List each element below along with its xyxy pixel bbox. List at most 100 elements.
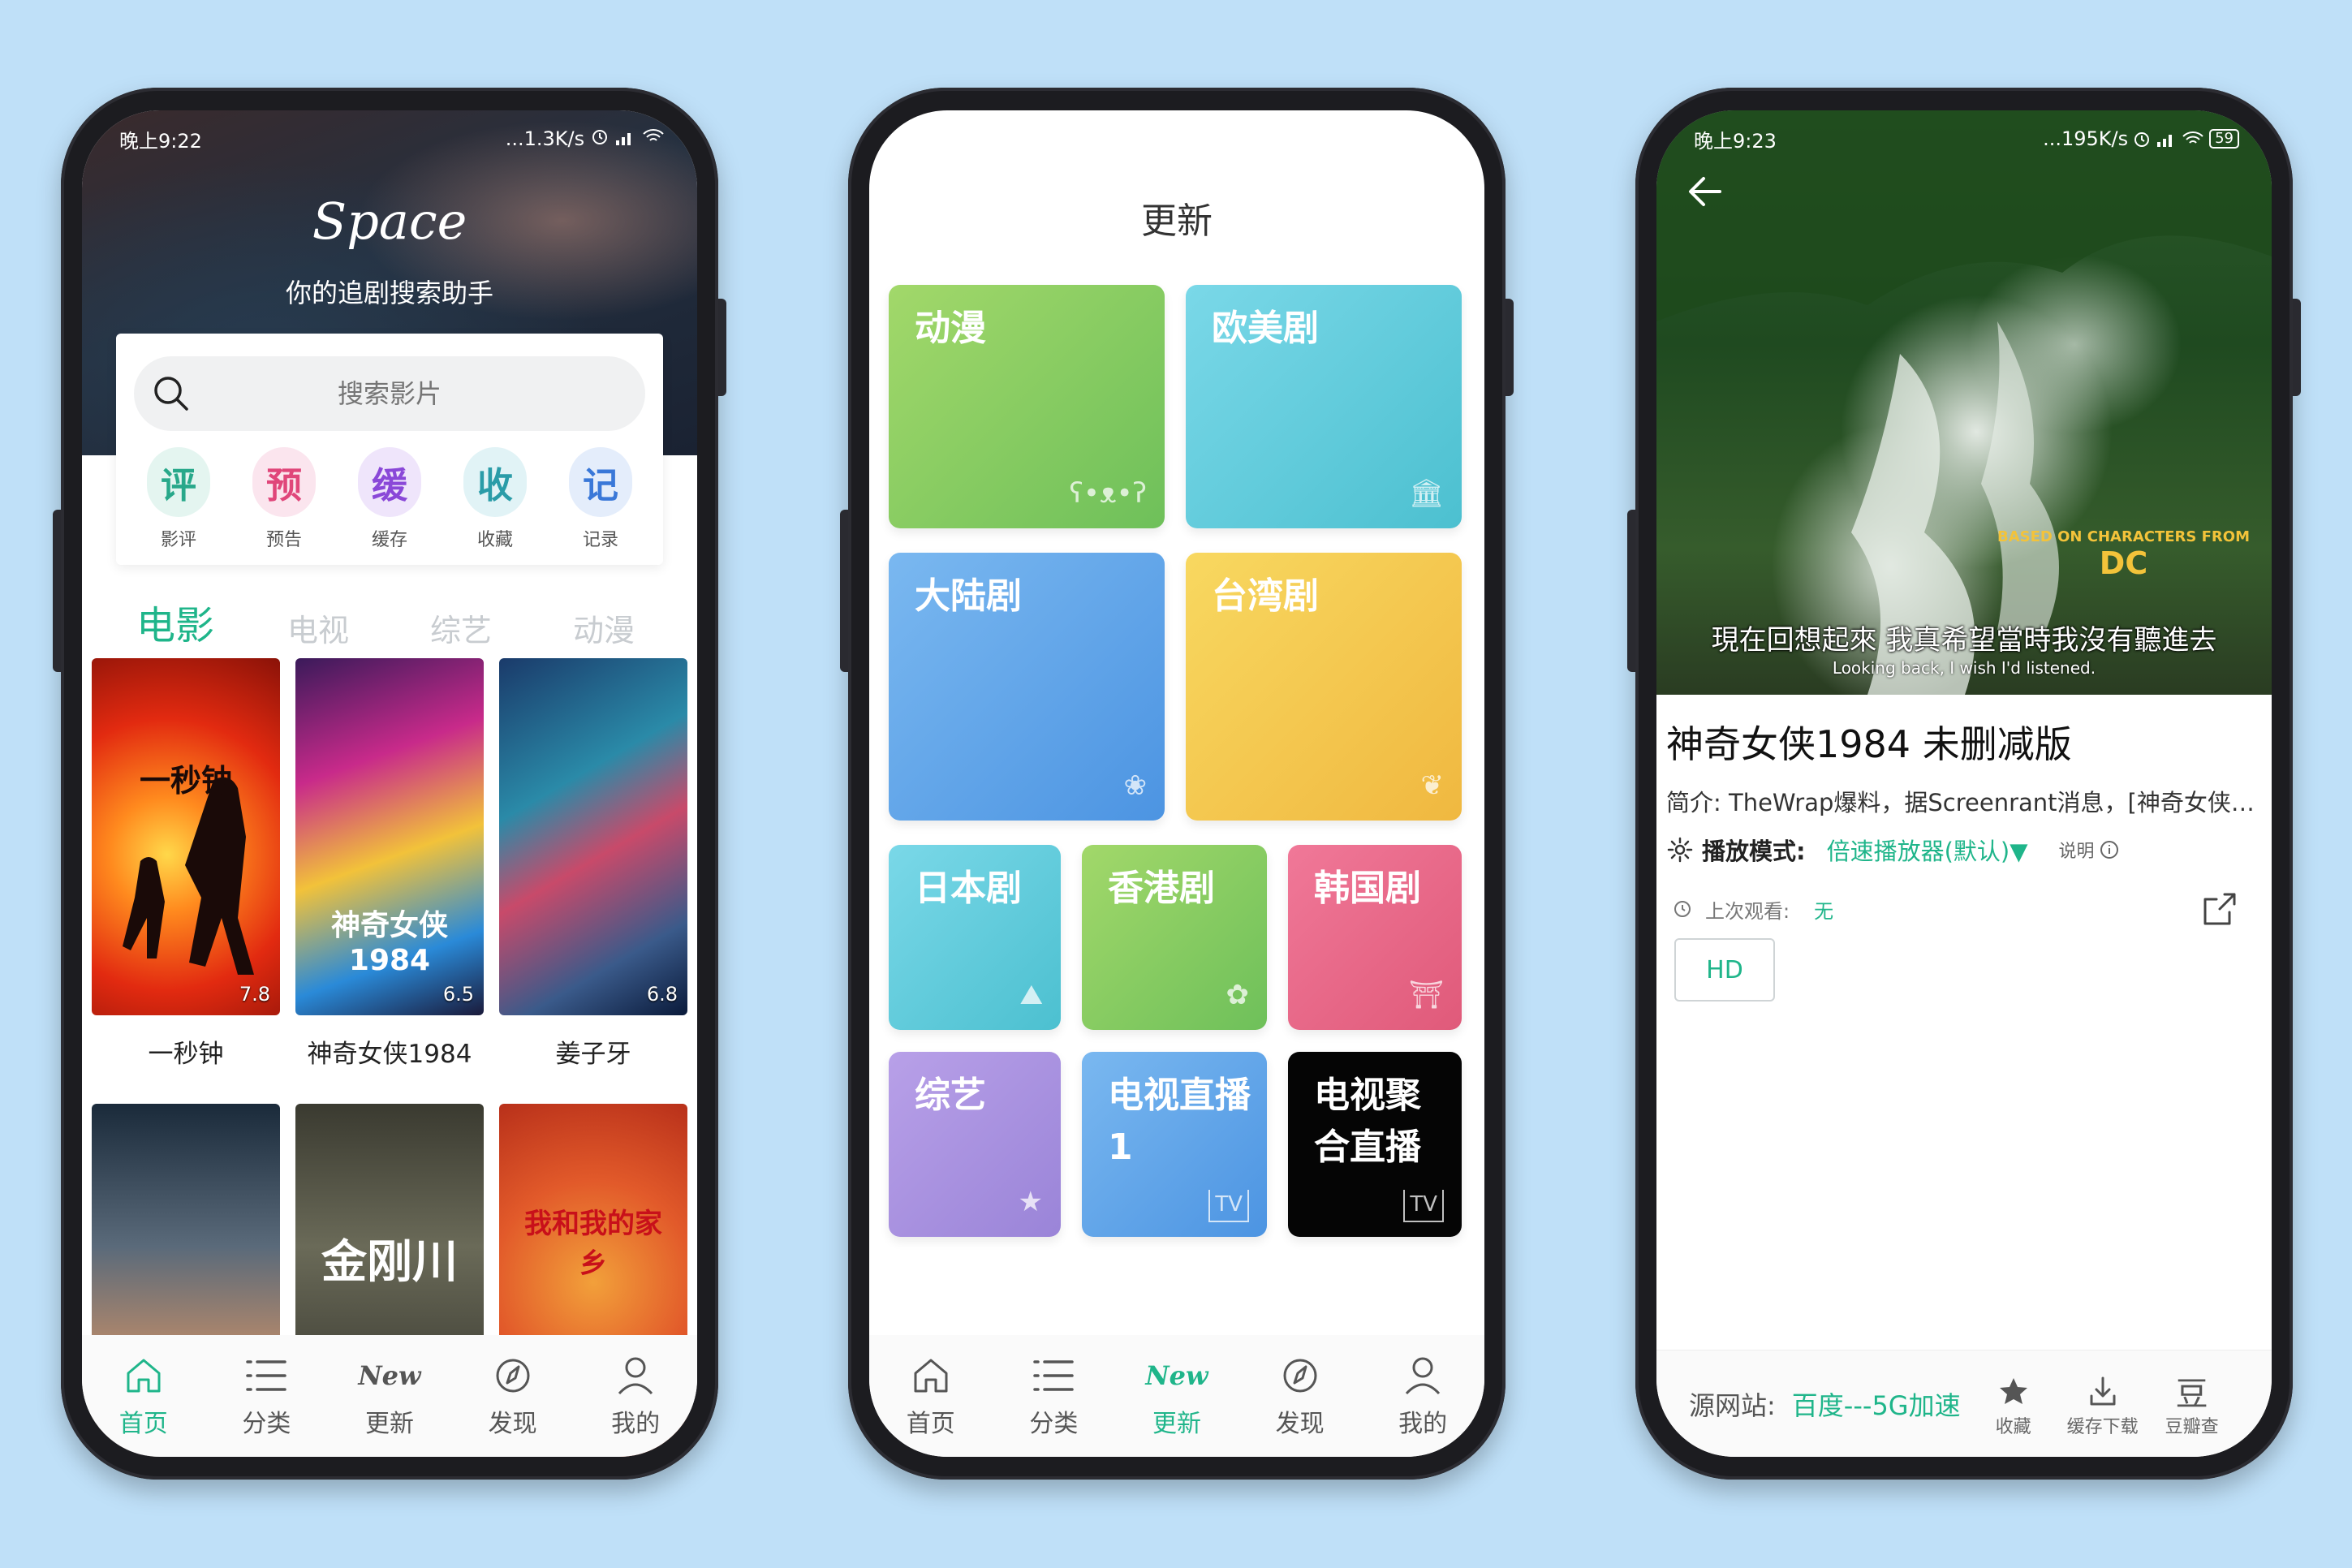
quick-link-history[interactable]: 记 记录 (569, 447, 632, 551)
quick-link-cache[interactable]: 缓 缓存 (358, 447, 421, 551)
favorite-button[interactable]: 收藏 (1969, 1370, 2058, 1438)
movie-poster[interactable]: 神奇女侠1984 6.5 (295, 658, 484, 1015)
list-icon (1033, 1360, 1075, 1391)
bear-icon: ʕ•ᴥ•ʔ (1069, 476, 1147, 510)
tab-discover[interactable]: 发现 (1256, 1353, 1345, 1439)
trailers-icon: 预 (252, 447, 316, 517)
tile-mainland[interactable]: 大陆剧 ❀ (889, 553, 1165, 821)
movie-poster[interactable]: 6.8 (499, 658, 687, 1015)
detail-screen: BASED ON CHARACTERS FROM DC 現在回想起來 我真希望當… (1656, 110, 2272, 1457)
tab-variety[interactable]: 综艺 (400, 605, 522, 650)
tab-discover[interactable]: 发现 (468, 1353, 558, 1439)
source-label: 源网站: (1689, 1389, 1776, 1421)
play-mode-select[interactable]: 倍速播放器(默认)▼ (1827, 833, 2028, 867)
quick-link-trailers[interactable]: 预 预告 (252, 447, 316, 551)
movie-card[interactable]: 神奇女侠1984 6.5 神奇女侠1984 (295, 658, 484, 1070)
detail-bottom-bar: 源网站: 百度---5G加速 收藏 缓存下载 豆 豆瓣查 (1656, 1350, 2272, 1457)
tile-anime[interactable]: 动漫 ʕ•ᴥ•ʔ (889, 285, 1165, 528)
poster-title-text: 金刚川 (321, 1235, 458, 1289)
mountain-icon: ⛰ (1019, 978, 1043, 1011)
movie-title: 神奇女侠1984 未删减版 (1666, 722, 2072, 766)
search-icon (154, 377, 188, 411)
quick-link-reviews[interactable]: 评 影评 (147, 447, 210, 551)
tab-profile[interactable]: 我的 (1378, 1353, 1467, 1439)
tile-japan[interactable]: 日本剧 ⛰ (889, 845, 1061, 1030)
app-slogan: 你的追剧搜索助手 (285, 278, 493, 308)
bottom-tab-bar: 首页 分类 New 更新 发现 我的 (869, 1335, 1484, 1457)
wifi-icon (643, 129, 664, 141)
poster-title-text: 我和我的家乡 (524, 1208, 662, 1280)
subtitle-chinese: 現在回想起來 我真希望當時我沒有聽進去 (1711, 624, 2217, 657)
search-input[interactable] (134, 377, 645, 410)
status-bar: 晚上9:23 ...195K/s 59 (1656, 110, 2272, 167)
flower-icon: ✿ (1226, 978, 1250, 1011)
quality-hd-button[interactable]: HD (1674, 938, 1775, 1002)
tab-updates[interactable]: New 更新 (1132, 1353, 1221, 1439)
tab-home[interactable]: 首页 (886, 1353, 976, 1439)
cache-download-button[interactable]: 缓存下载 (2058, 1370, 2147, 1438)
leaf-icon: ❦ (1420, 769, 1445, 802)
tile-korea[interactable]: 韩国剧 ⛩ (1288, 845, 1462, 1030)
tab-categories[interactable]: 分类 (1009, 1353, 1098, 1439)
cache-icon: 缓 (358, 447, 421, 517)
tab-updates[interactable]: New 更新 (345, 1353, 434, 1439)
movie-card[interactable]: 6.8 姜子牙 (499, 658, 687, 1070)
explain-link[interactable]: 说明 (2059, 837, 2119, 863)
alarm-icon (592, 130, 607, 144)
tab-anime[interactable]: 动漫 (543, 605, 665, 650)
quick-link-favorites[interactable]: 收 收藏 (463, 447, 527, 551)
capitol-icon: 🏛 (1408, 476, 1444, 510)
tab-tv[interactable]: 电视 (257, 605, 379, 650)
running-figure-illustration (123, 777, 254, 975)
gear-icon (1667, 837, 1693, 863)
movie-rating: 6.5 (442, 983, 474, 1006)
tab-movies[interactable]: 电影 (114, 593, 236, 650)
movie-title: 神奇女侠1984 (307, 1040, 472, 1069)
poster-title-text: 神奇女侠1984 (330, 909, 448, 977)
source-select[interactable]: 百度---5G加速 (1792, 1385, 1961, 1423)
signal-icon (616, 133, 631, 145)
tile-hongkong[interactable]: 香港剧 ✿ (1082, 845, 1267, 1030)
search-card: 评 影评 预 预告 缓 缓存 收 收藏 记 记录 (116, 334, 663, 565)
status-bar: 晚上9:22 ...1.3K/s (82, 110, 697, 167)
phone-updates: 更新 动漫 ʕ•ᴥ•ʔ 欧美剧 🏛 大陆剧 ❀ 台湾剧 ❦ 日本剧 ⛰ 香港剧 … (840, 88, 1514, 1480)
douban-button[interactable]: 豆 豆瓣查 (2147, 1370, 2237, 1438)
tile-variety[interactable]: 综艺 ★ (889, 1052, 1061, 1237)
info-icon (2100, 841, 2118, 859)
movie-poster[interactable]: 一秒钟 7.8 (92, 658, 280, 1015)
tile-tv-live-1[interactable]: 电视直播1 TV (1082, 1052, 1267, 1237)
quick-link-label: 记录 (582, 530, 618, 550)
tile-taiwan[interactable]: 台湾剧 ❦ (1186, 553, 1462, 821)
clock-icon (1674, 901, 1691, 917)
share-icon[interactable] (2200, 890, 2239, 928)
favorites-icon: 收 (463, 447, 527, 517)
category-tabs: 电影 电视 综艺 动漫 (114, 593, 665, 650)
search-box[interactable] (134, 356, 645, 431)
phone-home: 晚上9:22 ...1.3K/s Space 你的追剧搜索助手 评 影评 (53, 88, 726, 1480)
download-icon (2090, 1376, 2116, 1405)
phone-detail: BASED ON CHARACTERS FROM DC 現在回想起來 我真希望當… (1627, 88, 2301, 1480)
star-icon (1999, 1377, 2027, 1404)
tab-home[interactable]: 首页 (99, 1353, 188, 1439)
play-mode-label: 播放模式: (1702, 838, 1806, 865)
tab-profile[interactable]: 我的 (591, 1353, 680, 1439)
douban-icon: 豆 (2175, 1375, 2208, 1413)
history-icon: 记 (569, 447, 632, 517)
reviews-icon: 评 (147, 447, 210, 517)
back-arrow-icon[interactable] (1681, 167, 1730, 216)
quick-link-label: 收藏 (476, 530, 513, 550)
tab-categories[interactable]: 分类 (222, 1353, 311, 1439)
tile-western[interactable]: 欧美剧 🏛 (1186, 285, 1462, 528)
home-screen: 晚上9:22 ...1.3K/s Space 你的追剧搜索助手 评 影评 (82, 110, 697, 1457)
tv-icon: TV (1208, 1190, 1249, 1222)
tv-icon: TV (1403, 1190, 1444, 1222)
home-icon (127, 1359, 161, 1393)
tile-tv-aggregate[interactable]: 电视聚合直播 TV (1288, 1052, 1462, 1237)
quick-links: 评 影评 预 预告 缓 缓存 收 收藏 记 记录 (126, 447, 653, 551)
movie-intro[interactable]: 简介: TheWrap爆料，据Screenrant消息，[神奇女侠2]故事背景.… (1666, 784, 2262, 818)
movie-card[interactable]: 一秒钟 7.8 一秒钟 (92, 658, 280, 1070)
new-icon: New (358, 1360, 421, 1391)
home-icon (914, 1359, 948, 1393)
wifi-icon (2182, 131, 2203, 144)
video-player[interactable]: BASED ON CHARACTERS FROM DC 現在回想起來 我真希望當… (1656, 110, 2272, 695)
